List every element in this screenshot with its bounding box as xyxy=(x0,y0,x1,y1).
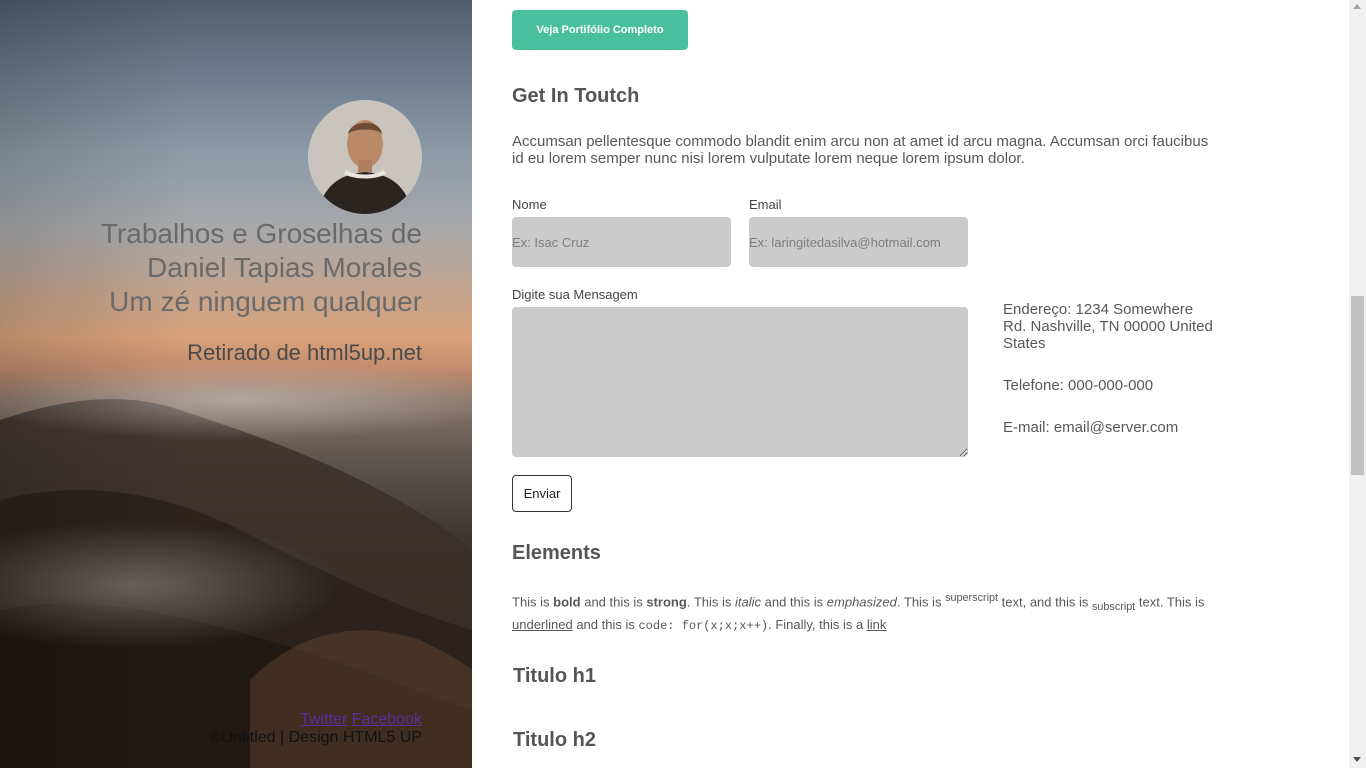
scroll-up-arrow-icon[interactable] xyxy=(1353,4,1361,9)
text-segment: text. This is xyxy=(1135,594,1205,610)
elements-paragraph: This is bold and this is strong. This is… xyxy=(512,589,1212,635)
email-input[interactable] xyxy=(749,217,968,267)
message-textarea[interactable] xyxy=(512,307,968,457)
facebook-link[interactable]: Facebook xyxy=(352,711,422,728)
hero-title: Trabalhos e Groselhas de Daniel Tapias M… xyxy=(42,217,422,319)
send-button[interactable]: Enviar xyxy=(512,475,572,512)
scrollbar-thumb[interactable] xyxy=(1351,296,1364,475)
hero-title-line: Um zé ninguem qualquer xyxy=(109,286,422,317)
text-segment: . This is xyxy=(686,594,735,610)
sample-link[interactable]: link xyxy=(867,617,887,632)
contact-phone: Telefone: 000-000-000 xyxy=(1003,377,1154,394)
hero-subtitle: Retirado de html5up.net xyxy=(187,340,422,365)
text-segment: and this is xyxy=(580,594,647,610)
copyright-text: ©Untitled | Design HTML5 UP xyxy=(209,729,422,746)
italic-text: italic xyxy=(735,594,762,610)
code-text: code: for(x;x;x++) xyxy=(638,618,769,633)
text-segment: This is xyxy=(512,594,554,610)
message-label: Digite sua Mensagem xyxy=(512,287,638,302)
hero-footer: Twitter Facebook ©Untitled | Design HTML… xyxy=(210,711,422,747)
text-segment: . Finally, this is a xyxy=(768,616,867,632)
contact-email: E-mail: email@server.com xyxy=(1003,419,1179,436)
main-content: Veja Portifólio Completo Get In Toutch A… xyxy=(472,0,1349,768)
hero-title-line: Daniel Tapias Morales xyxy=(147,252,422,283)
elements-heading: Elements xyxy=(512,542,601,564)
hero-panel: Trabalhos e Groselhas de Daniel Tapias M… xyxy=(0,0,472,768)
portfolio-button[interactable]: Veja Portifólio Completo xyxy=(512,10,688,50)
text-segment: and this is xyxy=(572,616,639,632)
superscript-text: superscript xyxy=(945,592,999,604)
name-label: Nome xyxy=(512,197,547,212)
name-input[interactable] xyxy=(512,217,731,267)
underlined-text: underlined xyxy=(512,616,573,632)
scroll-down-arrow-icon[interactable] xyxy=(1353,757,1361,762)
text-segment: and this is xyxy=(761,594,827,610)
email-label: Email xyxy=(749,197,782,212)
hero-title-line: Trabalhos e Groselhas de xyxy=(100,218,422,249)
strong-text: strong xyxy=(646,594,687,610)
emphasized-text: emphasized xyxy=(826,594,897,610)
contact-intro: Accumsan pellentesque commodo blandit en… xyxy=(512,133,1209,167)
avatar xyxy=(308,100,422,214)
text-segment: . This is xyxy=(896,594,946,610)
contact-address: Endereço: 1234 Somewhere Rd. Nashville, … xyxy=(1003,301,1213,352)
demo-heading-h1: Titulo h1 xyxy=(513,665,596,687)
bold-text: bold xyxy=(553,594,581,610)
subscript-text: subscript xyxy=(1091,600,1136,613)
twitter-link[interactable]: Twitter xyxy=(300,711,347,728)
text-segment: text, and this is xyxy=(998,594,1092,610)
contact-heading: Get In Toutch xyxy=(512,85,640,107)
page-scrollbar[interactable] xyxy=(1349,0,1366,768)
avatar-portrait-image xyxy=(308,100,422,214)
demo-heading-h2: Titulo h2 xyxy=(513,729,596,751)
